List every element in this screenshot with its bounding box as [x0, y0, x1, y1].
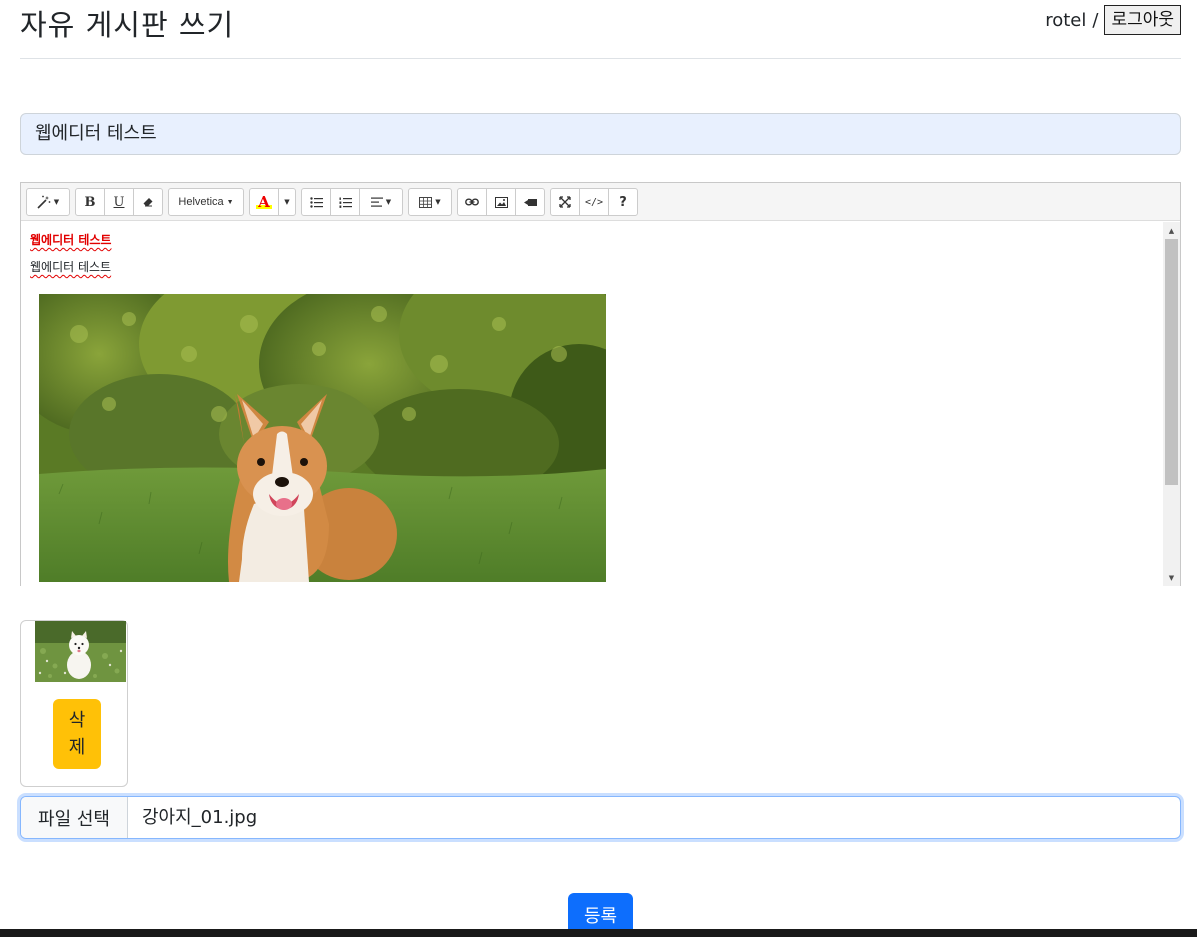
- choose-file-button[interactable]: 파일 선택: [21, 797, 128, 838]
- attachment-card: 삭제: [20, 620, 128, 787]
- corgi-photo[interactable]: [39, 294, 606, 582]
- scrollbar-thumb[interactable]: [1165, 239, 1178, 485]
- unordered-list-button[interactable]: [301, 188, 331, 216]
- code-view-button[interactable]: </>: [579, 188, 609, 216]
- view-group: </> ?: [550, 188, 638, 220]
- bold-icon: B: [84, 194, 96, 210]
- ordered-list-icon: [339, 197, 352, 208]
- help-icon: ?: [619, 194, 627, 210]
- caret-down-icon: ▼: [53, 198, 60, 206]
- link-button[interactable]: [457, 188, 487, 216]
- caret-down-icon: ▼: [435, 198, 441, 206]
- scroll-down-arrow-icon[interactable]: ▼: [1163, 569, 1180, 586]
- help-button[interactable]: ?: [608, 188, 638, 216]
- content-body-text: 웹에디터 테스트: [30, 260, 112, 274]
- video-button[interactable]: [515, 188, 545, 216]
- fullscreen-icon: [559, 196, 571, 208]
- fullscreen-button[interactable]: [550, 188, 580, 216]
- user-box: rotel / 로그아웃: [1045, 5, 1181, 35]
- font-name-dropdown[interactable]: Helvetica ▼: [168, 188, 244, 216]
- bold-button[interactable]: B: [75, 188, 105, 216]
- paragraph-align-button[interactable]: ▼: [359, 188, 403, 216]
- post-title-input[interactable]: 웹에디터 테스트: [20, 113, 1181, 155]
- align-icon: [370, 197, 383, 207]
- caret-down-icon: ▼: [385, 198, 392, 206]
- link-icon: [465, 197, 479, 207]
- table-button[interactable]: ▼: [408, 188, 452, 216]
- magic-wand-icon: [37, 195, 51, 209]
- code-view-icon: </>: [584, 196, 604, 208]
- color-group: A ▼: [249, 188, 296, 220]
- style-group: ▼: [26, 188, 70, 220]
- page-title: 자유 게시판 쓰기: [20, 8, 235, 42]
- table-icon: [419, 196, 433, 208]
- table-group: ▼: [408, 188, 452, 220]
- caret-down-icon: ▼: [226, 198, 234, 206]
- editor-content-area[interactable]: 웹에디터 테스트 웹에디터 테스트 ▲ ▼: [21, 222, 1180, 586]
- rich-text-editor: ▼ B U Helvetica ▼ A ▼ ▼ ▼ </> ? 웹에디터 테스트…: [20, 182, 1181, 586]
- underline-icon: U: [113, 194, 125, 210]
- separator: /: [1092, 9, 1099, 31]
- picture-button[interactable]: [486, 188, 516, 216]
- picture-icon: [494, 196, 508, 208]
- editor-scrollbar[interactable]: ▲ ▼: [1163, 222, 1180, 586]
- clear-format-button[interactable]: [133, 188, 163, 216]
- text-color-button[interactable]: A: [249, 188, 279, 216]
- logout-button[interactable]: 로그아웃: [1104, 5, 1181, 35]
- editor-toolbar: ▼ B U Helvetica ▼ A ▼ ▼ ▼ </> ?: [21, 183, 1180, 221]
- username: rotel: [1045, 9, 1087, 31]
- insert-group: [457, 188, 545, 220]
- unordered-list-icon: [309, 196, 323, 208]
- bottom-bar: [0, 929, 1197, 937]
- color-dropdown-button[interactable]: ▼: [278, 188, 296, 216]
- page-header: 자유 게시판 쓰기 rotel / 로그아웃: [20, 0, 1181, 59]
- content-heading-text: 웹에디터 테스트: [30, 233, 112, 247]
- underline-button[interactable]: U: [104, 188, 134, 216]
- ordered-list-button[interactable]: [330, 188, 360, 216]
- video-icon: [523, 198, 537, 207]
- delete-attachment-button[interactable]: 삭제: [53, 699, 101, 769]
- style-button[interactable]: ▼: [26, 188, 70, 216]
- caret-down-icon: ▼: [284, 198, 290, 206]
- font-style-group: B U: [75, 188, 163, 220]
- selected-file-name: 강아지_01.jpg: [142, 807, 258, 828]
- text-color-icon: A: [256, 193, 272, 211]
- file-input-group[interactable]: 파일 선택 강아지_01.jpg: [20, 796, 1181, 839]
- attachment-thumbnail: [35, 621, 126, 682]
- paragraph-group: ▼: [301, 188, 403, 220]
- scroll-up-arrow-icon[interactable]: ▲: [1163, 222, 1180, 239]
- font-name-label: Helvetica: [178, 196, 224, 208]
- font-name-group: Helvetica ▼: [168, 188, 244, 220]
- eraser-icon: [142, 196, 154, 208]
